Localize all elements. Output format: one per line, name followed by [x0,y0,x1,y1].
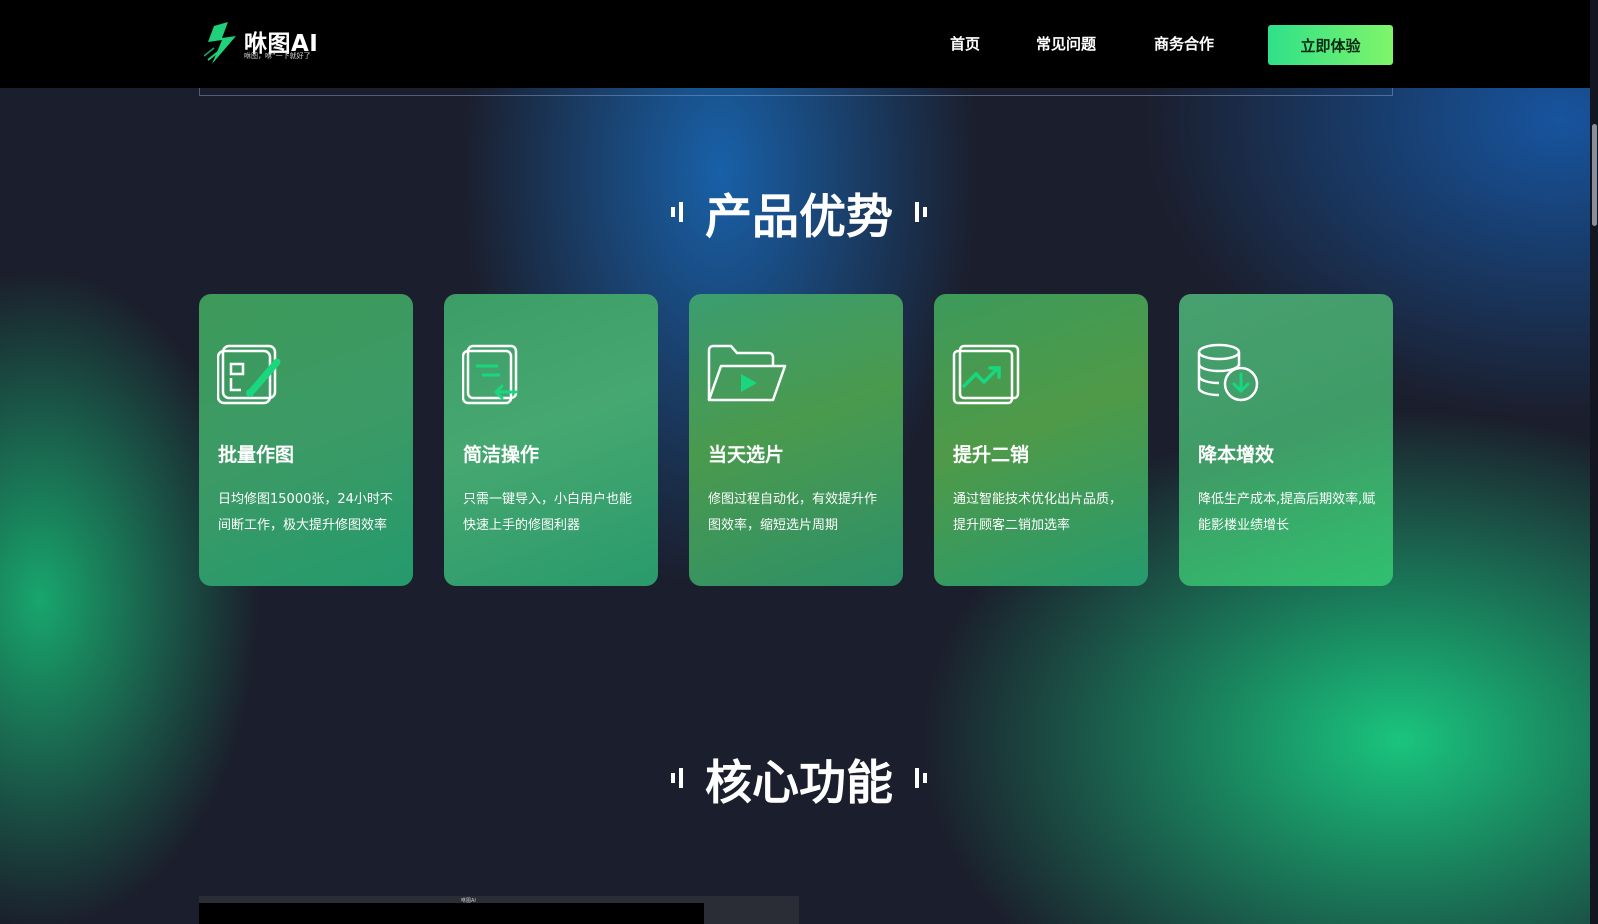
advantage-card-upsell: 提升二销 通过智能技术优化出片品质，提升顾客二销加选率 [934,294,1148,586]
nav-home[interactable]: 首页 [950,33,980,54]
features-title-text: 核心功能 [705,755,893,811]
scrollbar-thumb[interactable] [1592,124,1597,226]
title-left-mark [671,202,683,222]
nav-business[interactable]: 商务合作 [1154,33,1214,54]
trend-chart-icon [952,344,1020,405]
nav-faq[interactable]: 常见问题 [1036,33,1096,54]
card-title: 简洁操作 [463,444,540,466]
title-right-mark [915,768,927,788]
card-description: 通过智能技术优化出片品质，提升顾客二销加选率 [953,492,1123,533]
features-section-title: 核心功能 [0,740,1598,813]
batch-edit-icon [217,344,281,405]
top-navbar: 咻图AI 咻图，咻”一下就好了 首页 常见问题 商务合作 立即体验 [0,0,1598,88]
card-title: 当天选片 [708,444,785,466]
app-screenshot-preview: 咻图AI [199,896,799,924]
title-right-mark [915,202,927,222]
card-title: 提升二销 [953,444,1030,466]
advantage-card-sameday: 当天选片 修图过程自动化，有效提升作图效率，缩短选片周期 [689,294,903,586]
advantages-section-title: 产品优势 [0,174,1598,247]
preview-canvas [199,903,704,924]
database-download-icon [1197,343,1259,402]
card-description: 降低生产成本,提高后期效率,赋能影楼业绩增长 [1198,492,1376,533]
logo-slogan: 咻图，咻”一下就好了 [244,52,311,60]
previous-section-frame [199,88,1393,96]
preview-logo-text: 咻图AI [461,898,476,904]
advantages-title-text: 产品优势 [705,189,893,245]
advantage-card-batch: 批量作图 日均修图15000张，24小时不间断工作，极大提升修图效率 [199,294,413,586]
folder-play-icon [707,344,787,402]
brand-logo[interactable]: 咻图AI 咻图，咻”一下就好了 [204,20,324,66]
try-now-button[interactable]: 立即体验 [1268,25,1393,65]
card-description: 日均修图15000张，24小时不间断工作，极大提升修图效率 [218,492,393,533]
card-title: 降本增效 [1198,444,1275,466]
lightning-logo-icon [204,22,236,64]
card-title: 批量作图 [218,444,295,466]
advantage-card-cost: 降本增效 降低生产成本,提高后期效率,赋能影楼业绩增长 [1179,294,1393,586]
card-description: 只需一键导入，小白用户也能快速上手的修图利器 [463,492,633,533]
advantage-card-simple: 简洁操作 只需一键导入，小白用户也能快速上手的修图利器 [444,294,658,586]
import-document-icon [462,344,518,405]
title-left-mark [671,768,683,788]
card-description: 修图过程自动化，有效提升作图效率，缩短选片周期 [708,492,878,533]
